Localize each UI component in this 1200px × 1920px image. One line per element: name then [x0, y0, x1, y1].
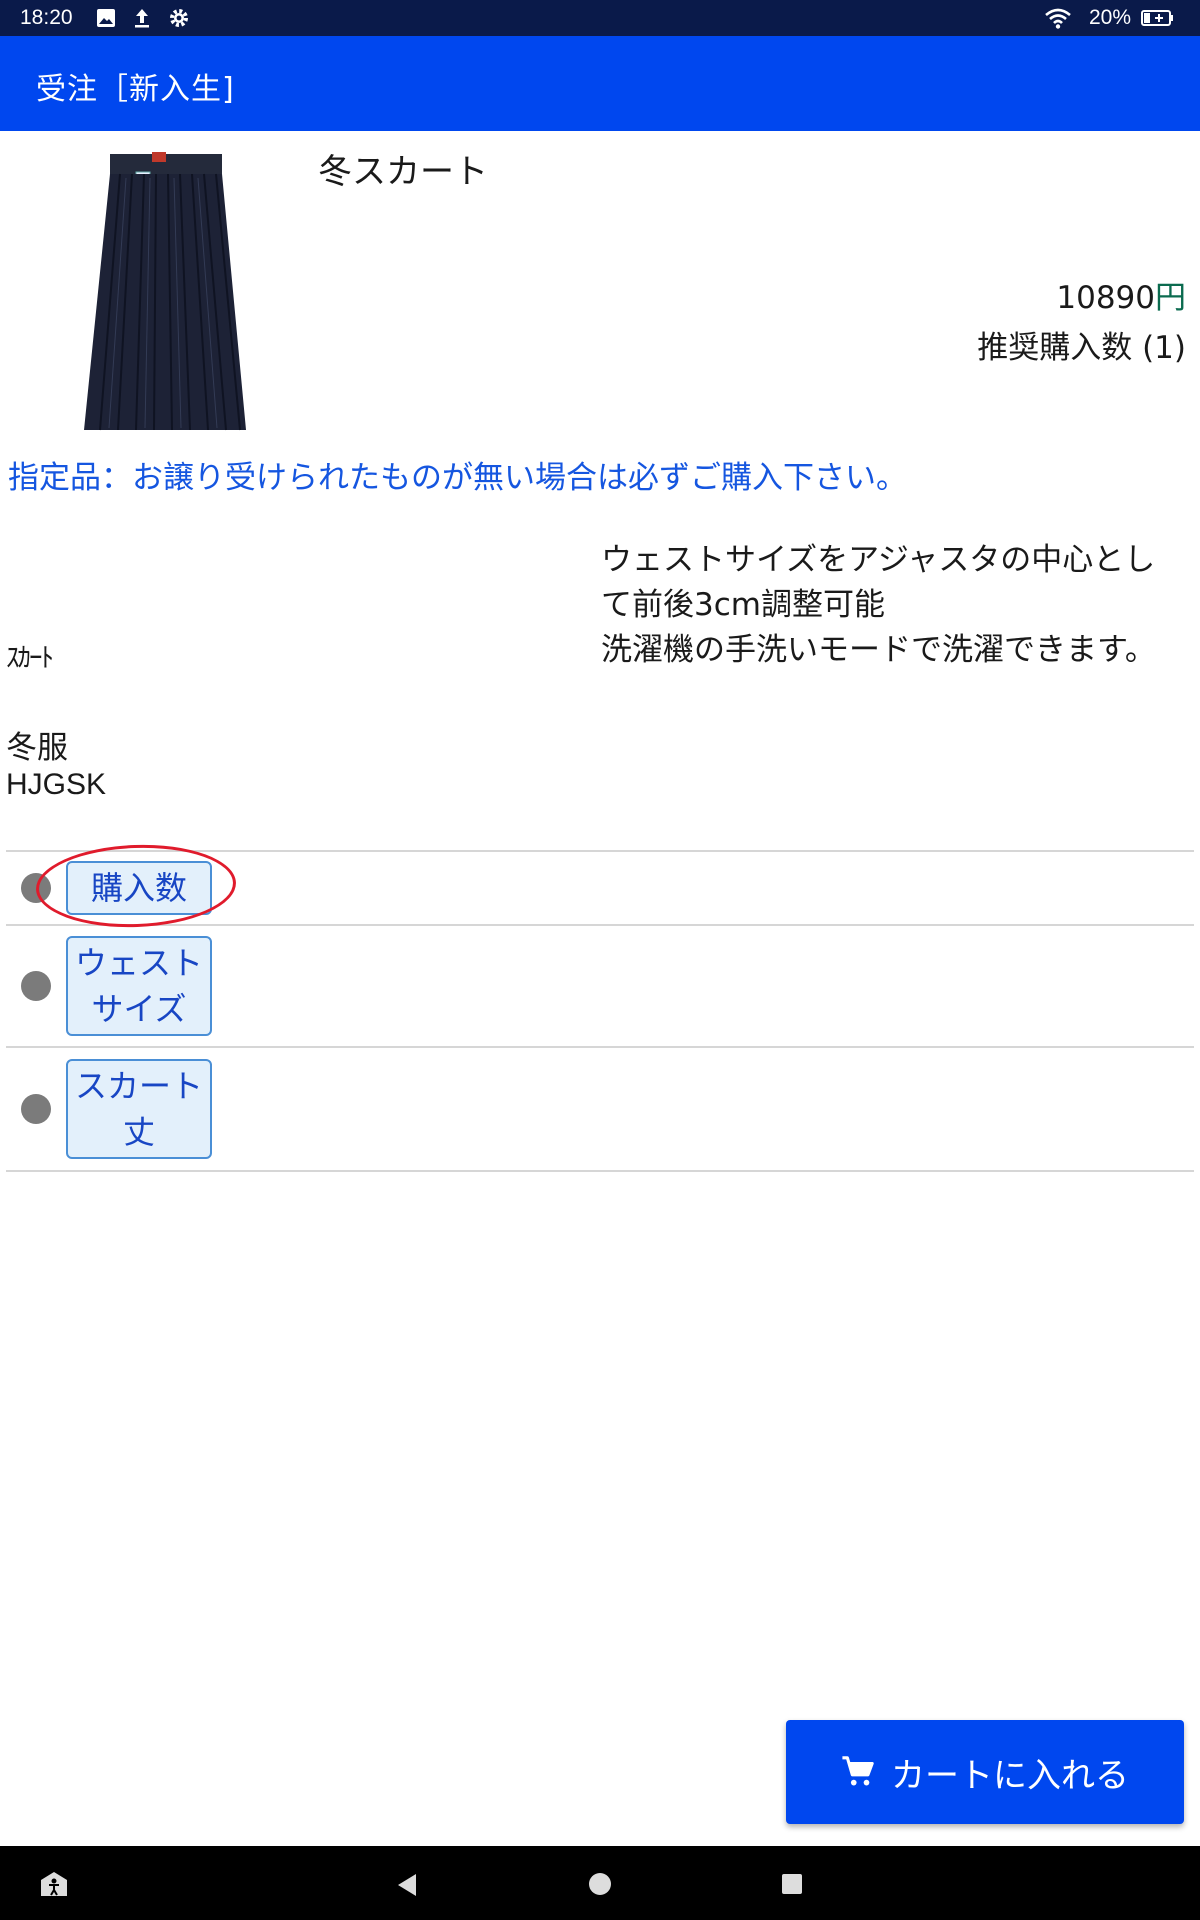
skirt-length-option-button[interactable]: スカート 丈 [66, 1059, 212, 1159]
wifi-icon [1045, 8, 1071, 29]
description-line: 洗濯機の手洗いモードで洗濯できます。 [601, 632, 1156, 668]
product-name: 冬スカート [318, 152, 488, 192]
description-line: ウェストサイズをアジャスタの中心とし [601, 542, 1156, 578]
product-season: 冬服 [6, 730, 68, 766]
option-label: 丈 [122, 1113, 155, 1151]
option-label: ウェスト [74, 944, 203, 982]
option-status-dot [21, 971, 51, 1001]
cart-icon [842, 1756, 874, 1786]
settings-icon [170, 9, 188, 27]
back-icon[interactable] [392, 1870, 422, 1900]
product-category: ｽｶｰﾄ [6, 643, 54, 674]
recents-icon[interactable] [778, 1870, 806, 1898]
recommended-quantity: 推奨購入数 (1) [977, 330, 1186, 366]
option-row-skirt-length[interactable]: スカート 丈 [6, 1046, 1194, 1172]
product-code: HJGSK [6, 768, 107, 801]
option-row-waist-size[interactable]: ウェスト サイズ [6, 924, 1194, 1046]
designated-item-notice: 指定品：お譲り受けられたものが無い場合は必ずご購入下さい。 [8, 460, 907, 496]
battery-percent: 20% [1089, 6, 1132, 29]
price-currency: 円 [1155, 280, 1186, 316]
product-price: 10890円 [1056, 272, 1186, 317]
option-status-dot [21, 1094, 51, 1124]
upload-icon [135, 9, 149, 28]
navigation-bar [0, 1846, 1200, 1920]
description-line: て前後3cm調整可能 [601, 587, 885, 623]
option-label: スカート [74, 1067, 203, 1105]
home-icon[interactable] [586, 1870, 614, 1898]
accessibility-icon[interactable] [38, 1868, 70, 1900]
battery-icon [1141, 10, 1173, 26]
waist-size-option-button[interactable]: ウェスト サイズ [66, 936, 212, 1036]
status-time: 18:20 [20, 6, 73, 29]
app-bar: 受注［新入生] [0, 36, 1200, 131]
add-to-cart-button[interactable]: カートに入れる [786, 1720, 1184, 1824]
image-icon [97, 9, 115, 27]
price-value: 10890 [1056, 280, 1155, 316]
option-label: サイズ [91, 990, 187, 1028]
status-bar: 18:20 20% [0, 0, 1200, 36]
app-title: 受注［新入生] [36, 72, 235, 107]
add-to-cart-label: カートに入れる [891, 1755, 1129, 1796]
product-image [84, 152, 246, 431]
product-description: ウェストサイズをアジャスタの中心とし て前後3cm調整可能 洗濯機の手洗いモード… [601, 538, 1197, 673]
